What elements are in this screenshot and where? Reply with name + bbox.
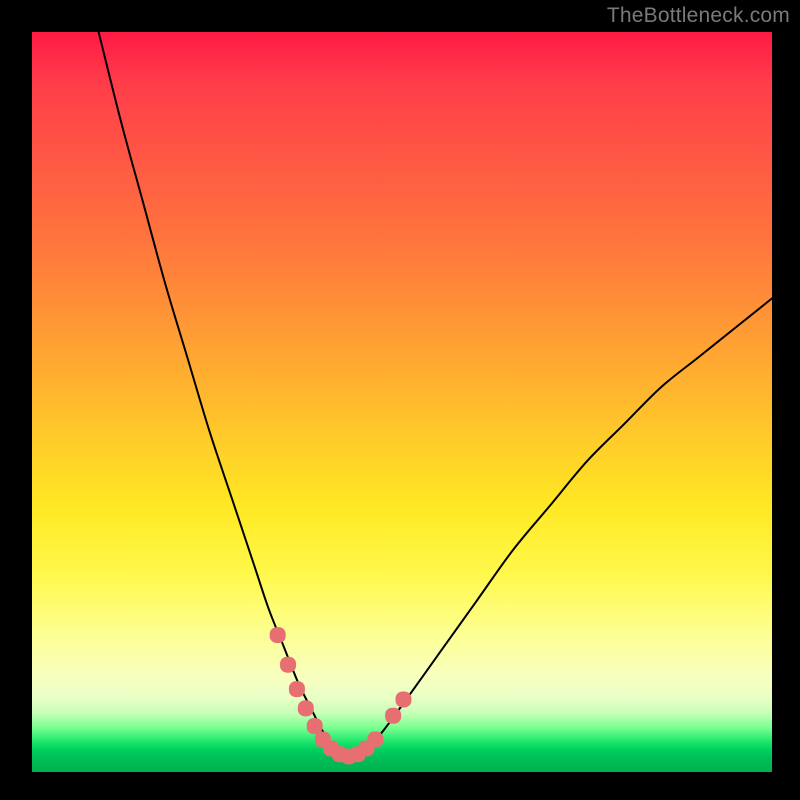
valley-marker	[395, 691, 411, 707]
valley-marker	[298, 700, 314, 716]
watermark-text: TheBottleneck.com	[607, 4, 790, 28]
valley-marker	[280, 657, 296, 673]
curve-layer	[99, 32, 772, 759]
bottleneck-curve	[99, 32, 772, 759]
valley-marker	[270, 627, 286, 643]
marker-layer	[270, 627, 412, 764]
valley-marker	[289, 681, 305, 697]
plot-area	[32, 32, 772, 772]
valley-marker	[385, 708, 401, 724]
chart-svg	[32, 32, 772, 772]
chart-stage: TheBottleneck.com	[0, 0, 800, 800]
valley-marker	[367, 731, 383, 747]
